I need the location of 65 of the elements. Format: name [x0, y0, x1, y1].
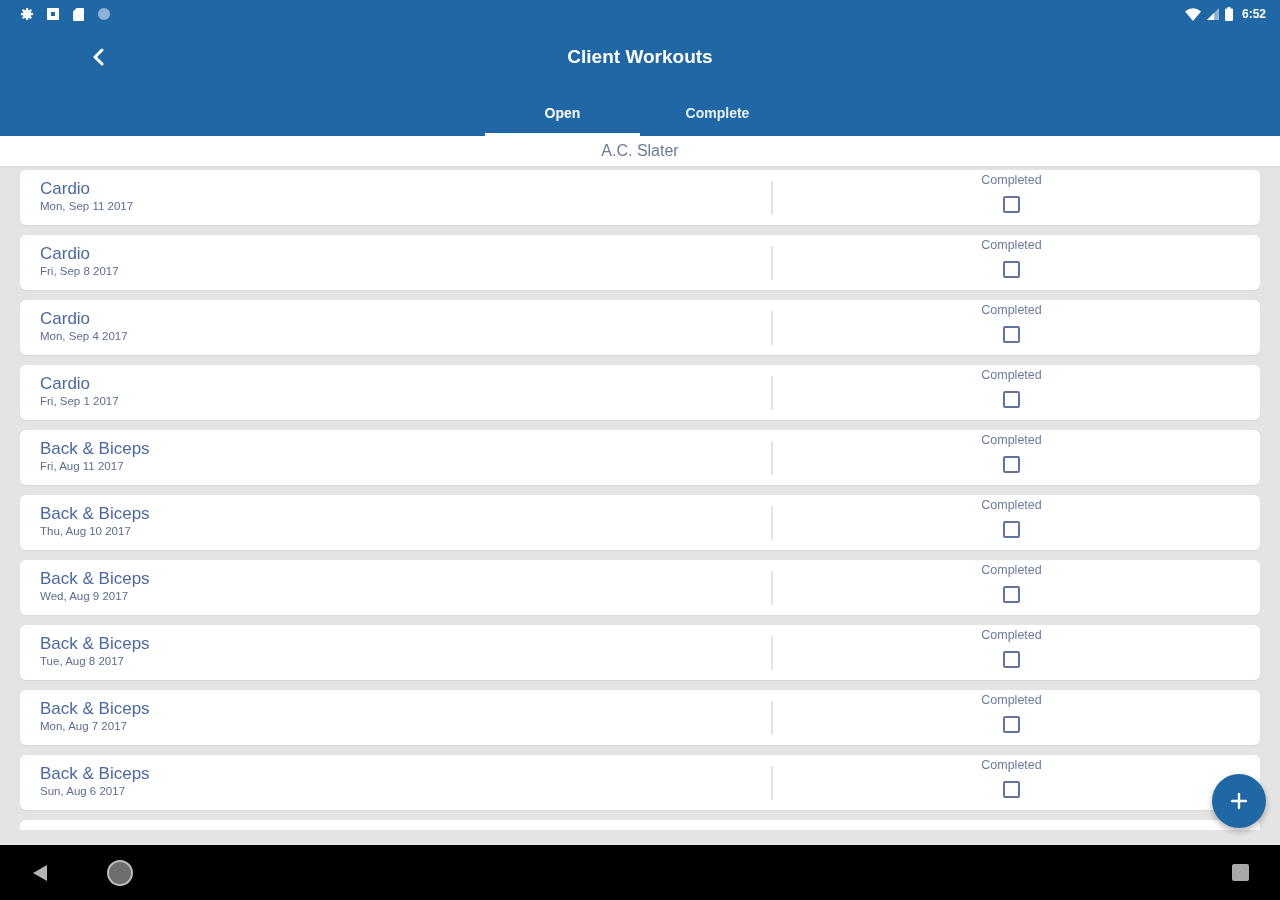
- workout-date: Fri, Sep 8 2017: [40, 264, 119, 278]
- workout-card[interactable]: Back & Biceps Fri, Aug 11 2017 Completed: [20, 430, 1260, 485]
- screen-title: Client Workouts: [567, 46, 713, 68]
- workout-title: Cardio: [40, 245, 91, 263]
- wifi-icon: [1184, 7, 1201, 21]
- client-name: A.C. Slater: [601, 142, 679, 160]
- workout-date: Wed, Aug 9 2017: [40, 589, 129, 603]
- completed-label: Completed: [981, 693, 1042, 708]
- workout-title: Back & Biceps: [40, 570, 150, 588]
- checkbox[interactable]: [1003, 651, 1020, 668]
- checkbox[interactable]: [1003, 391, 1020, 408]
- chevron-left-icon: [92, 48, 104, 66]
- workout-title: Back & Biceps: [40, 635, 150, 653]
- signal-icon: [1206, 8, 1219, 20]
- checkbox[interactable]: [1003, 456, 1020, 473]
- workout-date: Sun, Aug 6 2017: [40, 784, 126, 798]
- battery-icon: [1224, 7, 1233, 21]
- status-time: 6:52: [1241, 7, 1266, 21]
- workout-card[interactable]: Back & Biceps Mon, Aug 7 2017 Completed: [20, 690, 1260, 745]
- completed-label: Completed: [981, 173, 1042, 188]
- workout-date: Fri, Aug 11 2017: [40, 459, 124, 473]
- workout-title: Cardio: [40, 375, 91, 393]
- completed-label: Completed: [981, 433, 1042, 448]
- checkbox[interactable]: [1003, 326, 1020, 343]
- checkbox[interactable]: [1003, 521, 1020, 538]
- workout-title: Back & Biceps: [40, 440, 150, 458]
- workout-card[interactable]: Back & Biceps Sun, Aug 6 2017 Completed: [20, 755, 1260, 810]
- workout-card[interactable]: Cardio Fri, Sep 8 2017 Completed: [20, 235, 1260, 290]
- completed-label: Completed: [981, 563, 1042, 578]
- workout-title: Back & Biceps: [40, 700, 150, 718]
- completed-label: Completed: [981, 303, 1042, 318]
- workout-date: Mon, Aug 7 2017: [40, 719, 127, 733]
- workout-date: Fri, Sep 1 2017: [40, 394, 119, 408]
- checkbox[interactable]: [1003, 716, 1020, 733]
- workout-title: Back & Biceps: [40, 765, 150, 783]
- workout-title: Cardio: [40, 310, 91, 328]
- back-icon[interactable]: [32, 863, 48, 882]
- completed-label: Completed: [981, 628, 1042, 643]
- completed-label: Completed: [981, 368, 1042, 383]
- dot-icon: [98, 8, 110, 20]
- workout-card[interactable]: Back & Biceps Wed, Aug 9 2017 Completed: [20, 560, 1260, 615]
- plus-icon: [1231, 793, 1247, 809]
- square-notification-icon: [47, 8, 59, 20]
- home-icon[interactable]: [107, 859, 133, 886]
- checkbox[interactable]: [1003, 261, 1020, 278]
- tab[interactable]: Complete: [640, 86, 795, 136]
- workout-date: Tue, Aug 8 2017: [40, 654, 124, 668]
- workout-date: Mon, Sep 4 2017: [40, 329, 128, 343]
- checkbox[interactable]: [1003, 586, 1020, 603]
- settings-icon: [21, 8, 33, 20]
- sd-card-icon: [73, 7, 84, 21]
- completed-label: Completed: [981, 238, 1042, 253]
- completed-label: Completed: [981, 498, 1042, 513]
- checkbox[interactable]: [1003, 781, 1020, 798]
- workout-title: Back & Biceps: [40, 505, 150, 523]
- workout-date: Thu, Aug 10 2017: [40, 524, 131, 538]
- workout-date: Mon, Sep 11 2017: [40, 199, 134, 213]
- checkbox[interactable]: [1003, 196, 1020, 213]
- completed-label: Completed: [981, 758, 1042, 773]
- workout-card[interactable]: Cardio Mon, Sep 11 2017 Completed: [20, 170, 1260, 225]
- workout-card[interactable]: Cardio Mon, Sep 4 2017 Completed: [20, 300, 1260, 355]
- workout-title: Cardio: [40, 180, 91, 198]
- workout-card[interactable]: Back & Biceps Tue, Aug 8 2017 Completed: [20, 625, 1260, 680]
- workout-card[interactable]: Cardio Fri, Sep 1 2017 Completed: [20, 365, 1260, 420]
- workout-card[interactable]: Back & Biceps Thu, Aug 10 2017 Completed: [20, 495, 1260, 550]
